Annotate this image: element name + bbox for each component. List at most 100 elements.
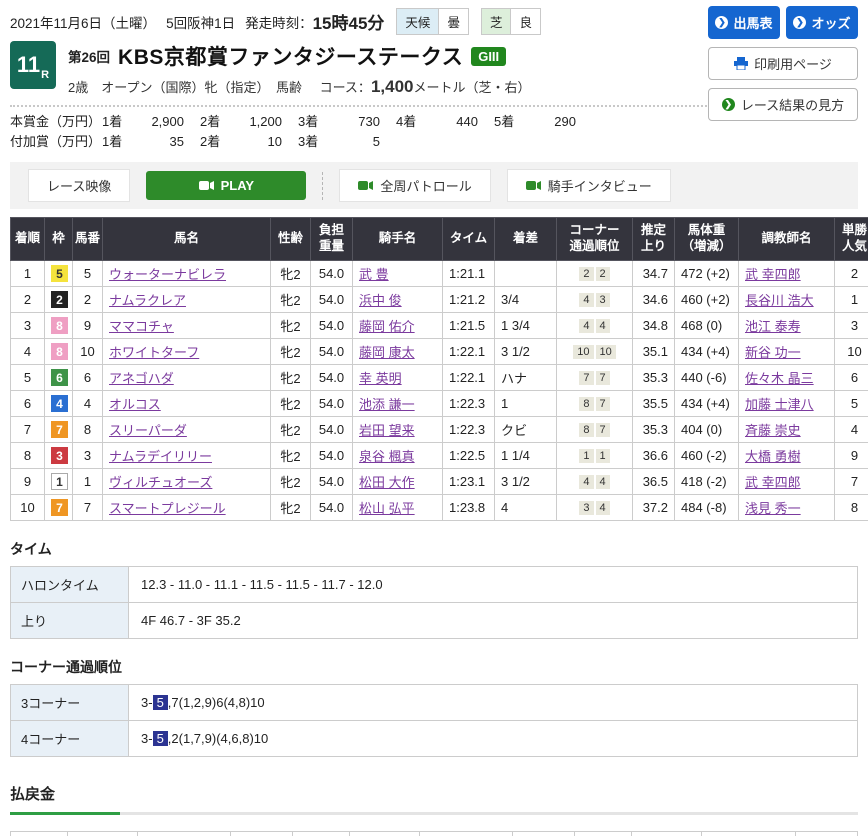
jockey-name-link[interactable]: 藤岡 康太 (359, 345, 415, 360)
trainer-name-link[interactable]: 新谷 功一 (745, 345, 801, 360)
carried-weight: 54.0 (311, 468, 353, 494)
trainer-name-link[interactable]: 斉藤 崇史 (745, 423, 801, 438)
prize-amount: 35 (132, 132, 184, 152)
corner-position: 4 (596, 475, 610, 489)
horse-name-cell: ナムラクレア (103, 286, 271, 312)
horse-name-link[interactable]: ホワイトターフ (109, 345, 199, 360)
time-row-value: 12.3 - 11.0 - 11.1 - 11.5 - 11.5 - 11.7 … (129, 566, 858, 602)
trainer-name-link[interactable]: 武 幸四郎 (745, 475, 801, 490)
horse-name-link[interactable]: ヴィルチュオーズ (109, 475, 212, 490)
corner-table: 3コーナー3-5,7(1,2,9)6(4,8)104コーナー3-5,2(1,7,… (10, 684, 858, 757)
trainer-name-link[interactable]: 加藤 士津八 (745, 397, 814, 412)
jockey-name-link[interactable]: 松山 弘平 (359, 501, 415, 516)
horse-name-link[interactable]: アネゴハダ (109, 371, 174, 386)
waku-badge: 8 (51, 343, 68, 360)
finish-position: 3 (11, 312, 45, 338)
horse-name-link[interactable]: ナムラクレア (109, 293, 186, 308)
trainer-name-link[interactable]: 武 幸四郎 (745, 267, 801, 282)
prize-amount: 5 (328, 132, 380, 152)
horse-number: 9 (73, 312, 103, 338)
trainer-name-link[interactable]: 浅見 秀一 (745, 501, 801, 516)
patrol-video-button[interactable]: 全周パトロール (339, 169, 490, 202)
jockey-name-link[interactable]: 岩田 望来 (359, 423, 415, 438)
results-guide-button[interactable]: ❯ レース結果の見方 (708, 88, 858, 121)
payout-table: 単勝5380円2番人気枠連2-5440円1番人気馬連2-5450円1番人気複勝5… (10, 831, 858, 836)
trainer-name-link[interactable]: 池江 泰寿 (745, 319, 801, 334)
turf-label: 芝 (482, 9, 511, 34)
jockey-name-link[interactable]: 幸 英明 (359, 371, 402, 386)
corner-position: 7 (579, 371, 593, 385)
horse-name-cell: スリーパーダ (103, 416, 271, 442)
horse-name-link[interactable]: スリーパーダ (109, 423, 187, 438)
jockey-name-link[interactable]: 池添 謙一 (359, 397, 415, 412)
jockey-cell: 藤岡 康太 (353, 338, 443, 364)
results-column-header: 馬名 (103, 218, 271, 260)
jockey-name-link[interactable]: 浜中 俊 (359, 293, 402, 308)
horse-name-link[interactable]: ウォーターナビレラ (109, 267, 226, 282)
trainer-name-link[interactable]: 大橋 勇樹 (745, 449, 801, 464)
payout-popularity: 1番人気 (796, 831, 858, 836)
payout-heading-underline (10, 812, 858, 815)
race-conditions: 2歳 オープン（国際）牝（指定） 馬齢 コース：1,400メートル（芝・右） (68, 77, 531, 97)
prize-row-label: 本賞金（万円） (10, 112, 102, 132)
horse-name-cell: オルコス (103, 390, 271, 416)
results-column-header: 着順 (11, 218, 45, 260)
odds-button[interactable]: ❯ オッズ (786, 6, 858, 39)
jockey-name-link[interactable]: 藤岡 佑介 (359, 319, 415, 334)
time-row-value: 4F 46.7 - 3F 35.2 (129, 602, 858, 638)
video-camera-icon (358, 180, 373, 191)
finish-position: 2 (11, 286, 45, 312)
trainer-cell: 大橋 勇樹 (739, 442, 835, 468)
results-column-header: タイム (443, 218, 495, 260)
race-video-tab[interactable]: レース映像 (28, 169, 130, 202)
sex-age: 牝2 (271, 416, 311, 442)
entries-button[interactable]: ❯ 出馬表 (708, 6, 780, 39)
jockey-name-link[interactable]: 松田 大作 (359, 475, 415, 490)
win-favorite-rank: 9 (835, 442, 868, 468)
sex-age: 牝2 (271, 442, 311, 468)
entries-button-label: 出馬表 (733, 13, 772, 32)
last-3f: 36.5 (633, 468, 675, 494)
corner-position: 4 (596, 319, 610, 333)
waku-cell: 1 (45, 468, 73, 494)
race-date: 2021年11月6日（土曜） (10, 12, 156, 32)
bet-type-label: 馬連 (575, 831, 632, 836)
waku-badge: 5 (51, 265, 68, 282)
margin: 1 3/4 (495, 312, 557, 338)
prize-amount: 10 (230, 132, 282, 152)
body-weight: 484 (-8) (675, 494, 739, 520)
horse-name-link[interactable]: スマートプレジール (109, 501, 226, 516)
results-column-header: コーナー 通過順位 (557, 218, 633, 260)
trainer-cell: 池江 泰寿 (739, 312, 835, 338)
print-page-button[interactable]: 印刷用ページ (708, 47, 858, 80)
payout-popularity: 1番人気 (513, 831, 575, 836)
video-camera-icon (199, 180, 214, 191)
horse-name-cell: アネゴハダ (103, 364, 271, 390)
finish-time: 1:22.3 (443, 416, 495, 442)
corner-row-label: 4コーナー (11, 720, 129, 756)
win-favorite-rank: 5 (835, 390, 868, 416)
prize-amount: 1,200 (230, 112, 282, 132)
margin: 4 (495, 494, 557, 520)
jockey-cell: 藤岡 佑介 (353, 312, 443, 338)
horse-name-cell: スマートプレジール (103, 494, 271, 520)
finish-position: 4 (11, 338, 45, 364)
jockey-name-link[interactable]: 泉谷 楓真 (359, 449, 415, 464)
jockey-interview-button[interactable]: 騎手インタビュー (507, 169, 671, 202)
finish-position: 8 (11, 442, 45, 468)
prize-rank-label: 5着 (494, 112, 524, 132)
trainer-name-link[interactable]: 長谷川 浩大 (745, 293, 814, 308)
bet-type-label: 単勝 (11, 831, 68, 836)
horse-name-link[interactable]: ナムラデイリリー (109, 449, 212, 464)
horse-name-link[interactable]: オルコス (109, 397, 161, 412)
margin: 1 (495, 390, 557, 416)
body-weight: 434 (+4) (675, 390, 739, 416)
jockey-name-link[interactable]: 武 豊 (359, 267, 389, 282)
play-button[interactable]: PLAY (146, 171, 306, 200)
sex-age: 牝2 (271, 286, 311, 312)
trainer-cell: 浅見 秀一 (739, 494, 835, 520)
finish-time: 1:23.8 (443, 494, 495, 520)
corner-positions-cell: 34 (557, 494, 633, 520)
horse-name-link[interactable]: ママコチャ (109, 319, 174, 334)
trainer-name-link[interactable]: 佐々木 晶三 (745, 371, 814, 386)
